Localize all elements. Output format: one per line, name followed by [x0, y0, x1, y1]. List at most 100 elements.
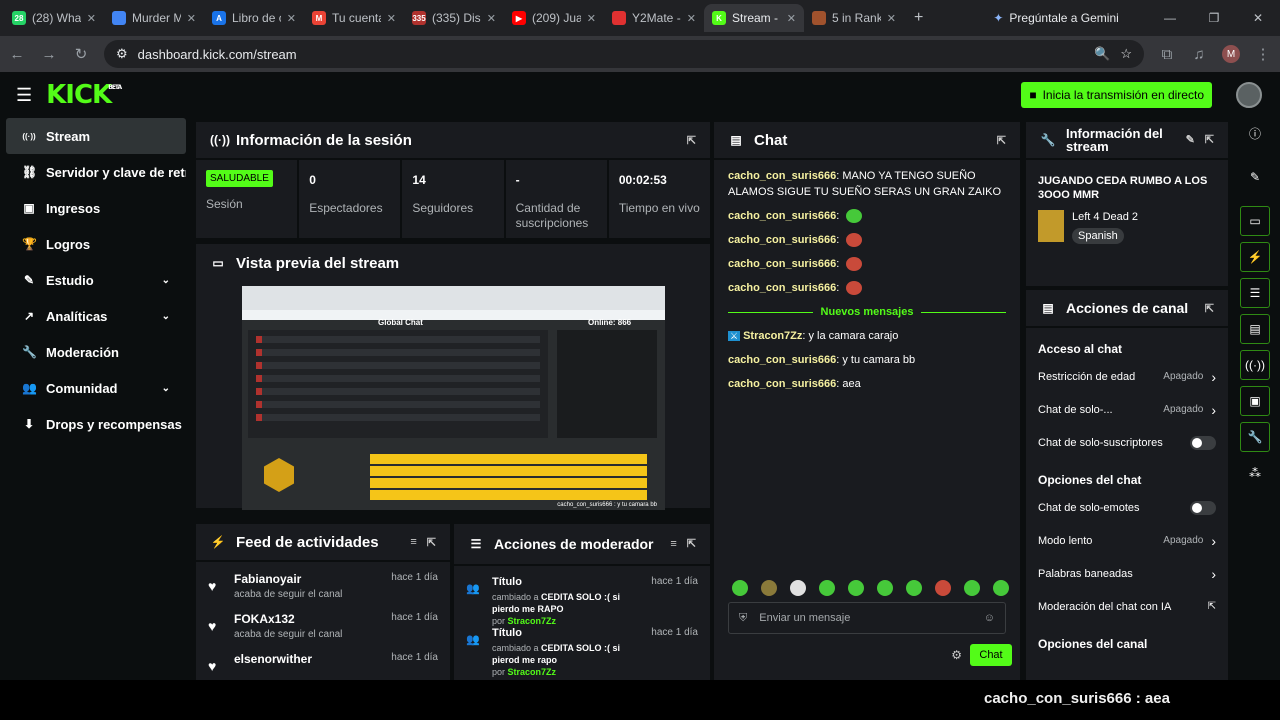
site-info-icon[interactable]: ⚙	[116, 46, 128, 62]
list-toggle-icon[interactable]: ☰	[1240, 278, 1270, 308]
popout-icon[interactable]: ⇱	[687, 537, 696, 551]
setting-row[interactable]: Chat de solo-... Apagado ›	[1026, 393, 1228, 426]
emote-icon[interactable]	[877, 580, 893, 596]
popout-icon[interactable]: ⇱	[427, 536, 436, 549]
chat-username[interactable]: cacho_con_suris666	[728, 282, 836, 294]
chat-username[interactable]: cacho_con_suris666	[728, 234, 836, 246]
browser-tab[interactable]: 28 (28) Wha ✕	[4, 4, 104, 32]
browser-tab[interactable]: 5 in Rank ✕	[804, 4, 904, 32]
chat-username[interactable]: Stracon7Zz	[743, 330, 802, 342]
tab-close-icon[interactable]: ✕	[87, 12, 96, 25]
emote-icon[interactable]	[906, 580, 922, 596]
media-controls-icon[interactable]: ♫	[1190, 46, 1208, 63]
browser-tab[interactable]: A Libro de c ✕	[204, 4, 304, 32]
setting-row[interactable]: Chat de solo-suscriptores	[1026, 426, 1228, 459]
kick-logo[interactable]: KICK BETA	[46, 80, 122, 110]
emote-icon[interactable]	[993, 580, 1009, 596]
tab-close-icon[interactable]: ✕	[887, 12, 896, 25]
new-tab-icon[interactable]: +	[904, 9, 933, 27]
tab-close-icon[interactable]: ✕	[187, 12, 196, 25]
emote-icon[interactable]	[935, 580, 951, 596]
zoom-icon[interactable]: 🔍	[1094, 46, 1110, 62]
go-live-button[interactable]: ■ Inicia la transmisión en directo	[1021, 82, 1212, 108]
user-avatar[interactable]	[1236, 82, 1262, 108]
browser-tab[interactable]: 335 (335) Dis ✕	[404, 4, 504, 32]
sidebar-item[interactable]: 🔧 Moderación	[6, 334, 186, 370]
chat-username[interactable]: cacho_con_suris666	[728, 258, 836, 270]
reload-icon[interactable]: ↻	[72, 45, 90, 63]
tab-close-icon[interactable]: ✕	[687, 12, 696, 25]
filter-icon[interactable]: ≡	[670, 537, 676, 551]
emote-icon[interactable]	[790, 580, 806, 596]
send-chat-button[interactable]: Chat	[970, 644, 1012, 666]
sidebar-item[interactable]: ⛓ Servidor y clave de retransmisión	[6, 154, 186, 190]
tab-close-icon[interactable]: ✕	[587, 12, 596, 25]
hamburger-menu-icon[interactable]: ☰	[16, 85, 32, 106]
tab-close-icon[interactable]: ✕	[487, 12, 496, 25]
game-name[interactable]: Left 4 Dead 2	[1072, 211, 1138, 223]
maximize-icon[interactable]: ❐	[1192, 0, 1236, 36]
url-text[interactable]: dashboard.kick.com/stream	[138, 47, 1085, 62]
browser-tab[interactable]: Murder M ✕	[104, 4, 204, 32]
browser-menu-icon[interactable]: ⋮	[1254, 45, 1272, 63]
popout-icon[interactable]: ⇱	[1205, 134, 1214, 147]
info-icon[interactable]: ⓘ	[1240, 118, 1270, 148]
toggle-switch[interactable]	[1190, 500, 1216, 515]
sidebar-item[interactable]: ((·)) Stream	[6, 118, 186, 154]
tab-close-icon[interactable]: ✕	[287, 12, 296, 25]
sidebar-item[interactable]: 👥 Comunidad ⌄	[6, 370, 186, 406]
chat-username[interactable]: cacho_con_suris666	[728, 378, 836, 390]
minimize-icon[interactable]: —	[1148, 0, 1192, 36]
setting-row[interactable]: Palabras baneadas ›	[1026, 557, 1228, 590]
back-icon[interactable]: ←	[8, 46, 26, 63]
chat-settings-gear-icon[interactable]: ⚙	[951, 648, 962, 662]
activity-toggle-icon[interactable]: ⚡	[1240, 242, 1270, 272]
chat-input-placeholder[interactable]: Enviar un mensaje	[759, 612, 972, 624]
emote-icon[interactable]	[819, 580, 835, 596]
browser-tab[interactable]: M Tu cuenta ✕	[304, 4, 404, 32]
chat-input[interactable]: ⛨ Enviar un mensaje ☺	[728, 602, 1006, 634]
popout-icon[interactable]: ⇱	[687, 134, 696, 147]
follower-name[interactable]: Fabianoyair	[234, 572, 381, 586]
edit-pencil-icon[interactable]: ✎	[1186, 134, 1195, 147]
sidebar-item[interactable]: ⬇ Drops y recompensas	[6, 406, 186, 442]
sidebar-item[interactable]: ✎ Estudio ⌄	[6, 262, 186, 298]
url-field[interactable]: ⚙ dashboard.kick.com/stream 🔍 ☆	[104, 40, 1144, 68]
tab-close-icon[interactable]: ✕	[387, 12, 396, 25]
filter-icon[interactable]: ≡	[410, 536, 416, 548]
follower-name[interactable]: elsenorwither	[234, 652, 381, 666]
moderator-name[interactable]: Stracon7Zz	[508, 616, 557, 626]
channel-actions-toggle-icon[interactable]: ▣	[1240, 386, 1270, 416]
edit-icon[interactable]: ✎	[1240, 162, 1270, 192]
browser-tab[interactable]: ▶ (209) Jua ✕	[504, 4, 604, 32]
chat-username[interactable]: cacho_con_suris666	[728, 354, 836, 366]
browser-profile-avatar[interactable]: M	[1222, 45, 1240, 63]
setting-row[interactable]: Restricción de edad Apagado ›	[1026, 360, 1228, 393]
close-window-icon[interactable]: ✕	[1236, 0, 1280, 36]
emoji-picker-icon[interactable]: ☺	[984, 612, 995, 624]
popout-icon[interactable]: ⇱	[1205, 302, 1214, 315]
emote-icon[interactable]	[848, 580, 864, 596]
chat-toggle-icon[interactable]: ▤	[1240, 314, 1270, 344]
sidebar-item[interactable]: ▣ Ingresos	[6, 190, 186, 226]
gemini-button[interactable]: ✦ Pregúntale a Gemini	[993, 11, 1118, 25]
follower-name[interactable]: FOKAx132	[234, 612, 381, 626]
chat-username[interactable]: cacho_con_suris666	[728, 210, 836, 222]
layout-icon[interactable]: ⁂	[1240, 458, 1270, 488]
bookmark-star-icon[interactable]: ☆	[1120, 46, 1132, 62]
browser-tab[interactable]: Y2Mate - ✕	[604, 4, 704, 32]
popout-icon[interactable]: ⇱	[997, 134, 1006, 147]
toggle-switch[interactable]	[1190, 435, 1216, 450]
forward-icon[interactable]: →	[40, 46, 58, 63]
sidebar-item[interactable]: ↗ Analíticas ⌄	[6, 298, 186, 334]
preview-toggle-icon[interactable]: ▭	[1240, 206, 1270, 236]
setting-row[interactable]: Chat de solo-emotes	[1026, 491, 1228, 524]
moderator-name[interactable]: Stracon7Zz	[508, 667, 557, 677]
emote-icon[interactable]	[964, 580, 980, 596]
extensions-icon[interactable]: ⧉	[1158, 46, 1176, 63]
emote-icon[interactable]	[761, 580, 777, 596]
wrench-toggle-icon[interactable]: 🔧	[1240, 422, 1270, 452]
setting-row[interactable]: Modo lento Apagado ›	[1026, 524, 1228, 557]
chat-username[interactable]: cacho_con_suris666	[728, 170, 836, 182]
tab-close-icon[interactable]: ✕	[787, 12, 796, 25]
